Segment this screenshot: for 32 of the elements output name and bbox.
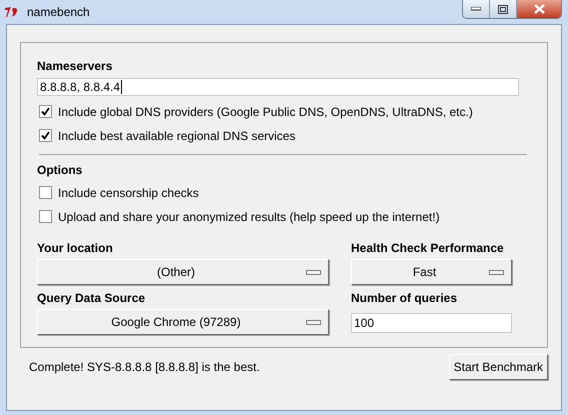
close-button[interactable] <box>517 0 561 18</box>
maximize-icon <box>498 4 508 14</box>
close-icon <box>534 4 544 14</box>
checkbox[interactable] <box>39 210 52 223</box>
section-label: Options <box>37 163 82 177</box>
checkbox-label: Upload and share your anonymized results (help speed up the internet!) <box>58 210 440 224</box>
dropdown-indicator-icon <box>306 320 321 324</box>
window-title: namebench <box>27 5 90 19</box>
section-label: Nameservers <box>37 59 112 73</box>
dropdown[interactable]: (Other) <box>37 259 329 285</box>
app-icon <box>4 6 20 18</box>
dropdown[interactable]: Google Chrome (97289) <box>37 309 329 335</box>
checkbox[interactable] <box>39 186 52 199</box>
nameservers-field[interactable]: 8.8.8.8, 8.8.4.4 <box>37 78 519 96</box>
checkbox-label: Include censorship checks <box>58 186 199 200</box>
field-label: Query Data Source <box>37 291 146 305</box>
field-label: Your location <box>37 241 113 255</box>
status-text: Complete! SYS-8.8.8.8 [8.8.8.8] is the best. <box>29 360 260 374</box>
field-label: Number of queries <box>351 291 458 305</box>
dropdown[interactable]: Fast <box>351 259 512 285</box>
checkbox-label: Include best available regional DNS services <box>58 128 296 142</box>
maximize-button[interactable] <box>490 0 517 18</box>
start-benchmark-button[interactable]: Start Benchmark <box>448 354 548 380</box>
field-label: Health Check Performance <box>351 241 504 255</box>
checkbox-label: Include global DNS providers (Google Public DNS, OpenDNS, UltraDNS, etc.) <box>58 104 473 118</box>
dropdown-indicator-icon <box>489 270 504 274</box>
dropdown-indicator-icon <box>306 270 321 274</box>
minimize-icon <box>471 7 481 11</box>
checkbox[interactable] <box>39 129 52 142</box>
checkbox[interactable] <box>39 105 52 118</box>
input-field[interactable]: 100 <box>351 313 512 333</box>
minimize-button[interactable] <box>463 0 490 18</box>
